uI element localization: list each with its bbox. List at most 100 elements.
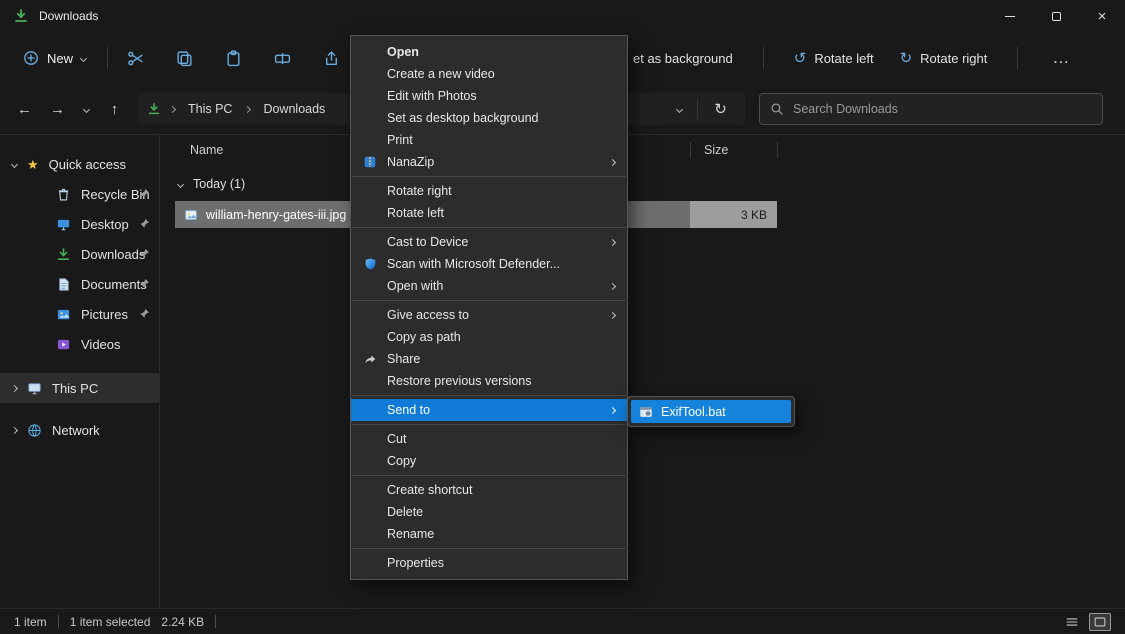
menu-item-edit-with-photos[interactable]: Edit with Photos [351, 85, 627, 107]
rotate-left-button[interactable]: ↺ Rotate left [788, 45, 880, 72]
up-button[interactable]: ↑ [100, 95, 129, 124]
minimize-button[interactable] [987, 0, 1033, 32]
sidebar-item-quick-access[interactable]: ★ Quick access [0, 149, 159, 179]
downloads-window-icon [13, 8, 29, 24]
share-button[interactable] [322, 49, 340, 67]
menu-item-rotate-left[interactable]: Rotate left [351, 202, 627, 224]
menu-item-label: Create a new video [387, 67, 495, 81]
chevron-down-icon [82, 105, 89, 112]
menu-item-cut[interactable]: Cut [351, 428, 627, 450]
menu-item-label: Restore previous versions [387, 374, 532, 388]
recent-locations-button[interactable] [76, 95, 96, 124]
menu-item-give-access-to[interactable]: Give access to [351, 304, 627, 326]
maximize-button[interactable] [1033, 0, 1079, 32]
set-as-background-button[interactable]: et as background [627, 45, 739, 72]
search-box[interactable] [759, 93, 1103, 125]
address-bar-controls: ↻ [669, 95, 735, 124]
close-icon: × [1098, 9, 1107, 24]
thumbnail-view-button[interactable] [1089, 613, 1111, 631]
bat-file-icon [639, 405, 653, 419]
menu-item-label: Open [387, 45, 419, 59]
address-divider [697, 99, 698, 119]
refresh-button[interactable]: ↻ [706, 95, 735, 124]
copy-button[interactable] [175, 49, 193, 67]
sidebar-item-label: This PC [52, 381, 98, 396]
back-button[interactable]: ← [10, 95, 39, 124]
sidebar-item-documents[interactable]: Documents [0, 269, 159, 299]
submenu-arrow-icon [609, 311, 616, 318]
menu-item-send-to[interactable]: Send to [351, 399, 627, 421]
sidebar-item-this-pc[interactable]: This PC [0, 373, 159, 403]
column-header-size[interactable]: Size [691, 143, 777, 157]
sidebar-item-pictures[interactable]: Pictures [0, 299, 159, 329]
rename-button[interactable] [273, 49, 291, 67]
menu-separator [352, 176, 626, 177]
menu-item-copy[interactable]: Copy [351, 450, 627, 472]
refresh-icon: ↻ [714, 100, 727, 118]
maximize-icon [1052, 12, 1061, 21]
menu-item-share[interactable]: Share [351, 348, 627, 370]
new-button[interactable]: New [12, 43, 97, 73]
menu-item-properties[interactable]: Properties [351, 552, 627, 574]
details-view-button[interactable] [1061, 613, 1083, 631]
menu-item-create-shortcut[interactable]: Create shortcut [351, 479, 627, 501]
breadcrumb-this-pc[interactable]: This PC [184, 99, 236, 119]
send-to-submenu: ExifTool.bat [627, 396, 795, 427]
menu-item-cast-to-device[interactable]: Cast to Device [351, 231, 627, 253]
chevron-right-icon [11, 384, 18, 391]
column-divider[interactable] [777, 142, 778, 158]
cut-button[interactable] [126, 49, 144, 67]
sidebar-item-label: Quick access [49, 157, 126, 172]
see-more-button[interactable]: … [1042, 48, 1080, 68]
sidebar-item-network[interactable]: Network [0, 415, 159, 445]
menu-item-rotate-right[interactable]: Rotate right [351, 180, 627, 202]
menu-item-restore-previous-versions[interactable]: Restore previous versions [351, 370, 627, 392]
menu-item-label: NanaZip [387, 155, 434, 169]
menu-item-print[interactable]: Print [351, 129, 627, 151]
menu-item-scan-with-defender[interactable]: Scan with Microsoft Defender... [351, 253, 627, 275]
menu-item-copy-as-path[interactable]: Copy as path [351, 326, 627, 348]
file-list-area: Name Size Today (1) william-henry-gates-… [160, 135, 1125, 608]
menu-item-label: Open with [387, 279, 443, 293]
forward-button[interactable]: → [43, 95, 72, 124]
sidebar-item-desktop[interactable]: Desktop [0, 209, 159, 239]
sidebar-item-label: Network [52, 423, 100, 438]
paste-button[interactable] [224, 49, 242, 67]
menu-item-label: Print [387, 133, 413, 147]
menu-item-label: Send to [387, 403, 430, 417]
toolbar-separator [107, 47, 108, 69]
nanazip-icon [362, 154, 378, 170]
menu-item-rename[interactable]: Rename [351, 523, 627, 545]
group-header-today[interactable]: Today (1) [160, 169, 1125, 199]
chevron-right-icon [11, 426, 18, 433]
address-dropdown-button[interactable] [669, 95, 689, 124]
sidebar-item-label: Downloads [81, 247, 145, 262]
minimize-icon [1005, 16, 1015, 17]
menu-item-label: Cut [387, 432, 406, 446]
toolbar-icon-group [126, 49, 340, 67]
menu-separator [352, 424, 626, 425]
recycle-bin-icon [56, 187, 71, 202]
menu-item-nanazip[interactable]: NanaZip [351, 151, 627, 173]
menu-item-delete[interactable]: Delete [351, 501, 627, 523]
status-divider [58, 615, 59, 628]
submenu-arrow-icon [609, 282, 616, 289]
defender-shield-icon [362, 256, 378, 272]
cut-icon [127, 50, 144, 67]
new-plus-icon [23, 50, 39, 66]
sidebar-item-recycle-bin[interactable]: Recycle Bin [0, 179, 159, 209]
sidebar-item-downloads[interactable]: Downloads [0, 239, 159, 269]
breadcrumb-downloads[interactable]: Downloads [259, 99, 329, 119]
sidebar-item-videos[interactable]: Videos [0, 329, 159, 359]
menu-separator [352, 227, 626, 228]
search-input[interactable] [793, 102, 1092, 116]
back-arrow-icon: ← [17, 101, 32, 118]
menu-item-open[interactable]: Open [351, 41, 627, 63]
menu-item-create-a-new-video[interactable]: Create a new video [351, 63, 627, 85]
close-button[interactable]: × [1079, 0, 1125, 32]
context-menu: Open Create a new video Edit with Photos… [350, 35, 628, 580]
rotate-right-button[interactable]: ↻ Rotate right [894, 45, 994, 72]
menu-item-set-as-desktop-background[interactable]: Set as desktop background [351, 107, 627, 129]
menu-item-open-with[interactable]: Open with [351, 275, 627, 297]
submenu-item-exiftool-bat[interactable]: ExifTool.bat [631, 400, 791, 423]
